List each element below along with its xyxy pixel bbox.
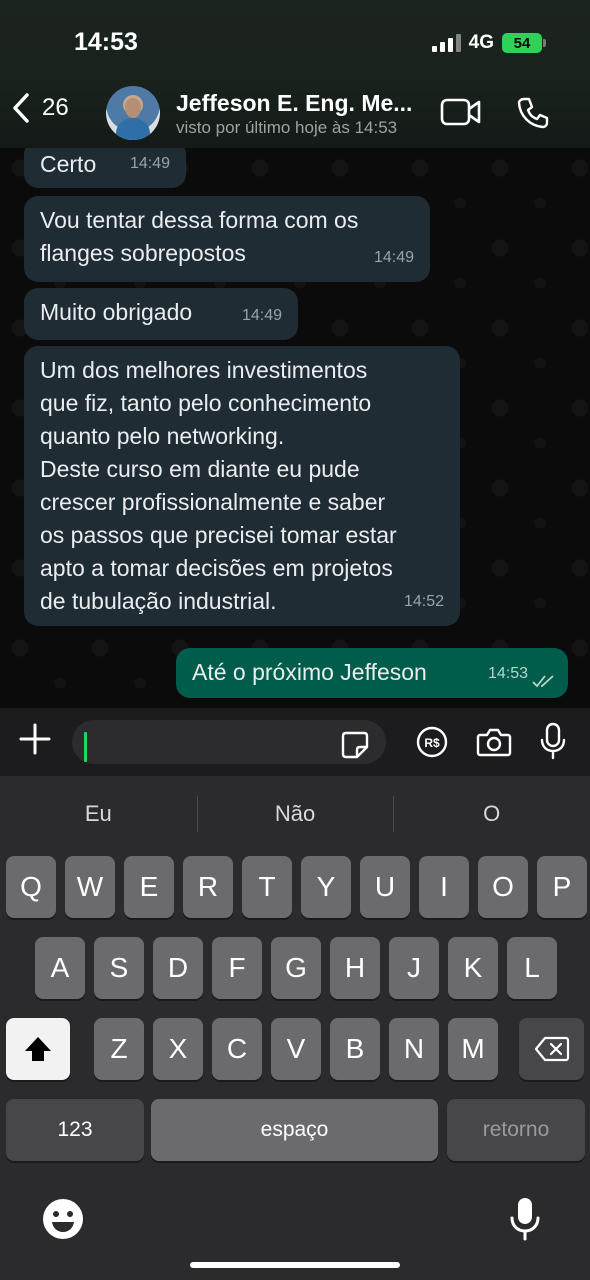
message-bubble-outgoing[interactable]: Até o próximo Jeffeson 14:53 xyxy=(176,648,568,698)
message-time: 14:49 xyxy=(373,249,414,266)
key-m[interactable]: M xyxy=(448,1018,498,1080)
message-bubble[interactable]: Vou tentar dessa forma com os flanges so… xyxy=(24,196,430,282)
key-i[interactable]: I xyxy=(419,856,469,918)
key-r[interactable]: R xyxy=(183,856,233,918)
plus-icon xyxy=(19,723,51,755)
numbers-key-label: 123 xyxy=(57,1118,93,1141)
space-key-label: espaço xyxy=(260,1118,329,1141)
status-time: 14:53 xyxy=(74,28,138,56)
key-k[interactable]: K xyxy=(448,937,498,999)
key-s[interactable]: S xyxy=(94,937,144,999)
message-text: Muito obrigado xyxy=(40,299,193,325)
camera-button[interactable] xyxy=(476,726,512,763)
message-text: Até o próximo Jeffeson xyxy=(192,659,427,685)
numbers-key[interactable]: 123 xyxy=(6,1099,144,1161)
key-u[interactable]: U xyxy=(360,856,410,918)
camera-icon xyxy=(476,728,512,757)
key-p[interactable]: P xyxy=(537,856,587,918)
emoji-button[interactable] xyxy=(42,1198,84,1245)
message-time: 14:53 xyxy=(487,665,528,682)
shift-icon xyxy=(25,1037,51,1061)
message-time: 14:49 xyxy=(129,155,170,172)
backspace-key[interactable] xyxy=(519,1018,584,1080)
pix-icon: R$ xyxy=(416,726,448,758)
key-t[interactable]: T xyxy=(242,856,292,918)
suggestion-bar: Eu Não O xyxy=(0,794,590,834)
key-x[interactable]: X xyxy=(153,1018,203,1080)
text-cursor xyxy=(84,732,87,762)
space-key[interactable]: espaço xyxy=(151,1099,438,1161)
back-button[interactable]: 26 xyxy=(10,92,69,124)
suggestion-item[interactable]: Eu xyxy=(0,794,197,834)
key-a[interactable]: A xyxy=(35,937,85,999)
dictation-button[interactable] xyxy=(508,1196,542,1247)
top-bar: 14:53 4G 54 26 Jeffeson E. Eng. Me... vi… xyxy=(0,0,590,148)
microphone-icon xyxy=(540,722,566,760)
key-b[interactable]: B xyxy=(330,1018,380,1080)
suggestion-item[interactable]: O xyxy=(393,794,590,834)
key-g[interactable]: G xyxy=(271,937,321,999)
avatar[interactable] xyxy=(106,86,160,140)
key-l[interactable]: L xyxy=(507,937,557,999)
emoji-icon xyxy=(43,1199,83,1239)
message-bubble[interactable]: Muito obrigado 14:49 xyxy=(24,288,298,340)
message-text: Um dos melhores investimentos que fiz, t… xyxy=(40,357,397,614)
message-bubble[interactable]: Um dos melhores investimentos que fiz, t… xyxy=(24,346,460,626)
status-indicators: 4G 54 xyxy=(431,32,546,54)
suggestion-item[interactable]: Não xyxy=(196,794,394,834)
video-camera-icon xyxy=(440,98,481,126)
key-n[interactable]: N xyxy=(389,1018,439,1080)
home-indicator xyxy=(190,1262,400,1268)
voice-message-button[interactable] xyxy=(540,722,566,765)
message-time: 14:52 xyxy=(403,593,444,610)
message-time: 14:49 xyxy=(241,307,282,324)
microphone-icon xyxy=(510,1198,540,1241)
sticker-icon xyxy=(341,731,369,759)
return-key[interactable]: retorno xyxy=(447,1099,585,1161)
chevron-left-icon xyxy=(13,93,29,123)
network-label: 4G xyxy=(468,32,494,53)
read-receipt-icon xyxy=(532,675,554,688)
unread-count: 26 xyxy=(42,94,69,121)
contact-name[interactable]: Jeffeson E. Eng. Me... xyxy=(176,90,426,117)
message-bubble[interactable]: Certo 14:49 xyxy=(24,148,186,188)
key-e[interactable]: E xyxy=(124,856,174,918)
key-h[interactable]: H xyxy=(330,937,380,999)
phone-icon xyxy=(517,97,549,129)
key-q[interactable]: Q xyxy=(6,856,56,918)
shift-key[interactable] xyxy=(6,1018,70,1080)
key-z[interactable]: Z xyxy=(94,1018,144,1080)
key-o[interactable]: O xyxy=(478,856,528,918)
message-text: Vou tentar dessa forma com os flanges so… xyxy=(40,207,359,266)
sticker-button[interactable] xyxy=(340,730,370,765)
attach-button[interactable] xyxy=(18,722,52,761)
key-w[interactable]: W xyxy=(65,856,115,918)
key-d[interactable]: D xyxy=(153,937,203,999)
message-input[interactable] xyxy=(72,720,386,764)
signal-icon xyxy=(431,34,461,52)
key-v[interactable]: V xyxy=(271,1018,321,1080)
key-f[interactable]: F xyxy=(212,937,262,999)
return-key-label: retorno xyxy=(482,1118,550,1141)
payment-button[interactable]: R$ xyxy=(416,726,448,763)
key-j[interactable]: J xyxy=(389,937,439,999)
chat-area[interactable]: Certo 14:49 Vou tentar dessa forma com o… xyxy=(0,148,590,708)
key-c[interactable]: C xyxy=(212,1018,262,1080)
contact-status: visto por último hoje às 14:53 xyxy=(176,118,398,137)
battery-icon: 54 xyxy=(502,33,546,53)
video-call-button[interactable] xyxy=(440,97,482,132)
svg-text:R$: R$ xyxy=(424,736,440,750)
battery-level: 54 xyxy=(513,34,531,52)
backspace-icon xyxy=(534,1036,569,1062)
message-text: Certo xyxy=(40,151,97,177)
key-y[interactable]: Y xyxy=(301,856,351,918)
voice-call-button[interactable] xyxy=(516,96,550,135)
